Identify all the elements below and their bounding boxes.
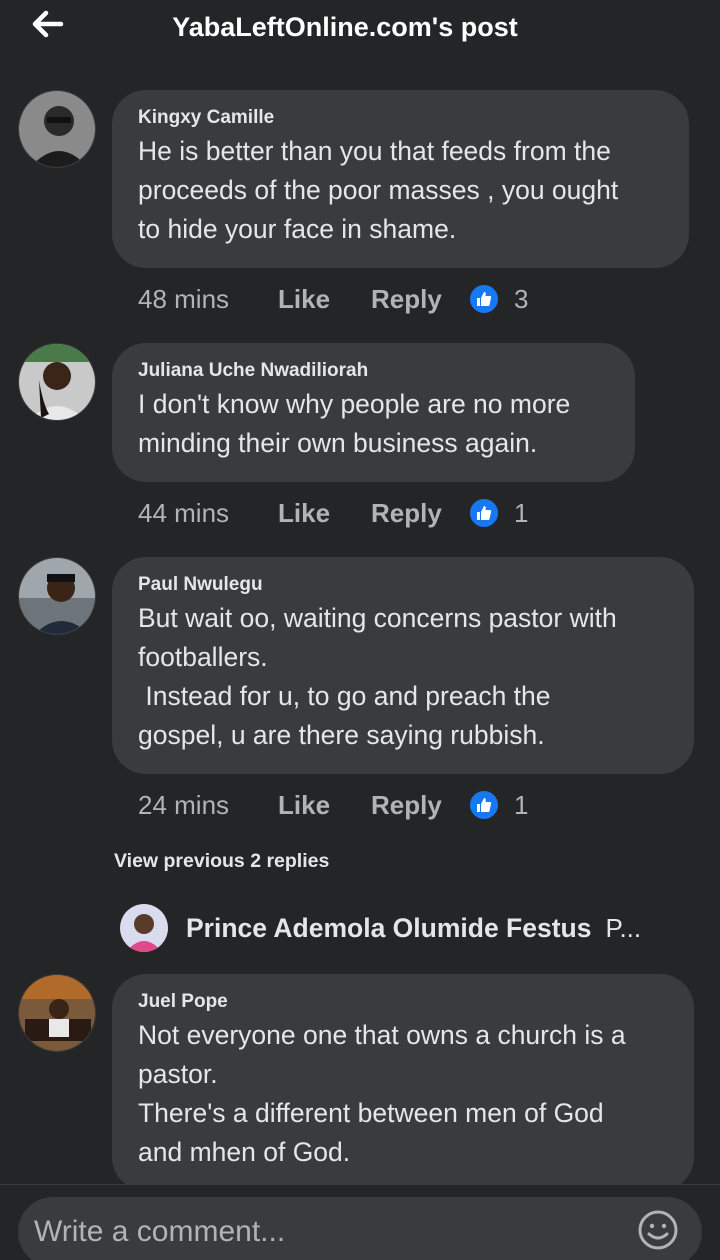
comment-time[interactable]: 48 mins xyxy=(138,284,278,315)
comment-author[interactable]: Kingxy Camille xyxy=(138,106,663,130)
reaction-summary[interactable]: 1 xyxy=(468,497,528,529)
comment-time[interactable]: 44 mins xyxy=(138,498,278,529)
view-previous-replies-link[interactable]: View previous 2 replies xyxy=(114,850,329,873)
reaction-summary[interactable]: 1 xyxy=(468,789,528,821)
comment-author[interactable]: Juel Pope xyxy=(138,990,668,1014)
like-button[interactable]: Like xyxy=(278,284,371,315)
comment-author[interactable]: Juliana Uche Nwadiliorah xyxy=(138,359,609,383)
like-button[interactable]: Like xyxy=(278,790,371,821)
reaction-count: 1 xyxy=(514,497,529,528)
thumbs-up-icon xyxy=(468,283,500,315)
reply-button[interactable]: Reply xyxy=(371,284,468,315)
avatar xyxy=(120,904,168,952)
avatar[interactable] xyxy=(18,90,96,168)
comment-bubble: Juel Pope Not everyone one that owns a c… xyxy=(112,974,694,1191)
comment-composer xyxy=(18,1197,702,1260)
reply-author: Prince Ademola Olumide Festus xyxy=(186,912,592,943)
comment-bubble: Paul Nwulegu But wait oo, waiting concer… xyxy=(112,557,694,774)
thumbs-up-icon xyxy=(468,789,500,821)
avatar[interactable] xyxy=(18,557,96,635)
comment-composer-bar xyxy=(0,1184,720,1260)
avatar[interactable] xyxy=(18,974,96,1052)
smiley-icon xyxy=(638,1210,678,1250)
reaction-count: 1 xyxy=(514,789,529,820)
comment-text: Not everyone one that owns a church is a… xyxy=(138,1020,626,1167)
comment-bubble: Kingxy Camille He is better than you tha… xyxy=(112,90,689,268)
reaction-summary[interactable]: 3 xyxy=(468,283,528,315)
post-header: YabaLeftOnline.com's post xyxy=(0,0,720,60)
reply-button[interactable]: Reply xyxy=(371,498,468,529)
comment-actions: 48 mins Like Reply 3 xyxy=(138,279,528,319)
comment-time[interactable]: 24 mins xyxy=(138,790,278,821)
comment-bubble: Juliana Uche Nwadiliorah I don't know wh… xyxy=(112,343,635,482)
comment-text: I don't know why people are no more mind… xyxy=(138,389,571,458)
comment-text: But wait oo, waiting concerns pastor wit… xyxy=(138,603,617,750)
page-title: YabaLeftOnline.com's post xyxy=(172,12,518,42)
reply-button[interactable]: Reply xyxy=(371,790,468,821)
thumbs-up-icon xyxy=(468,497,500,529)
emoji-button[interactable] xyxy=(636,1208,680,1252)
reply-snippet: P... xyxy=(605,912,642,943)
like-button[interactable]: Like xyxy=(278,498,371,529)
comment-text: He is better than you that feeds from th… xyxy=(138,136,619,244)
reply-preview[interactable]: Prince Ademola Olumide Festus P... xyxy=(120,903,680,953)
comment-author[interactable]: Paul Nwulegu xyxy=(138,573,668,597)
avatar[interactable] xyxy=(18,343,96,421)
reaction-count: 3 xyxy=(514,283,529,314)
comment-actions: 44 mins Like Reply 1 xyxy=(138,493,528,533)
comment-input[interactable] xyxy=(34,1215,614,1249)
comment-actions: 24 mins Like Reply 1 xyxy=(138,785,528,825)
